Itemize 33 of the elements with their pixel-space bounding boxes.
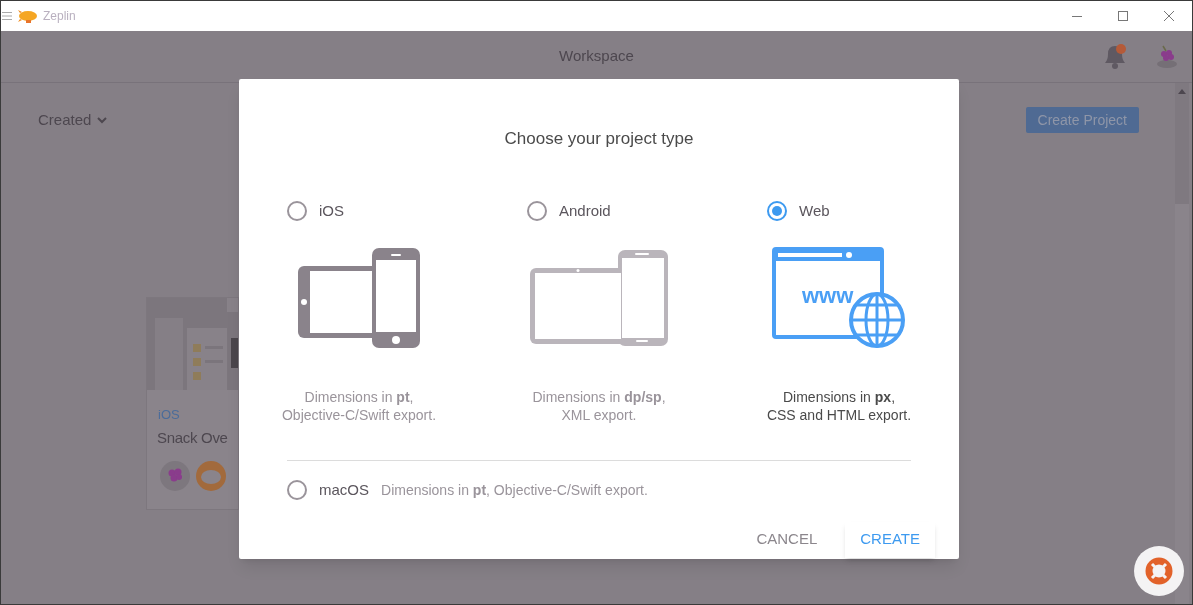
filter-dropdown[interactable]: Created — [38, 108, 108, 132]
create-button[interactable]: CREATE — [845, 521, 935, 558]
platform-description: Dimensions in pt, Objective-C/Swift export. — [381, 480, 648, 500]
chevron-down-icon — [97, 116, 108, 124]
header-title: Workspace — [559, 46, 634, 67]
menu-icon[interactable] — [2, 11, 12, 21]
create-project-button[interactable]: Create Project — [1025, 107, 1139, 133]
platform-description: Dimensions in px, CSS and HTML export. — [766, 388, 912, 424]
tablet-and-phone-icon — [298, 248, 420, 348]
platform-option[interactable]: Web — [767, 199, 830, 222]
lifebuoy-icon — [1145, 557, 1173, 585]
radio-button[interactable] — [287, 480, 307, 501]
app-title: Zeplin — [43, 8, 76, 25]
avatar-icon — [196, 461, 226, 491]
scroll-up-icon[interactable] — [1178, 89, 1186, 94]
close-icon[interactable] — [1164, 11, 1174, 21]
radio-button[interactable] — [287, 200, 307, 221]
platform-option[interactable]: macOS — [287, 479, 369, 502]
project-name: Snack Ove — [157, 427, 229, 448]
project-platform: iOS — [158, 406, 181, 424]
radio-button[interactable] — [527, 200, 547, 221]
platform-option[interactable]: iOS — [287, 199, 344, 222]
avatar-icon[interactable] — [1154, 43, 1180, 69]
platform-description: Dimensions in dp/sp, XML export. — [532, 388, 666, 424]
dialog-title: Choose your project type — [504, 128, 694, 150]
project-card[interactable]: iOS Snack Ove — [146, 297, 239, 510]
avatar-icon — [160, 461, 190, 491]
cancel-button[interactable]: CANCEL — [740, 521, 834, 558]
platform-description: Dimensions in pt, Objective-C/Swift export. — [281, 388, 437, 424]
tablet-and-phone-icon — [530, 250, 668, 346]
radio-button[interactable] — [767, 200, 787, 221]
blimp-logo-icon — [18, 9, 38, 23]
platform-option[interactable]: Android — [527, 199, 611, 222]
